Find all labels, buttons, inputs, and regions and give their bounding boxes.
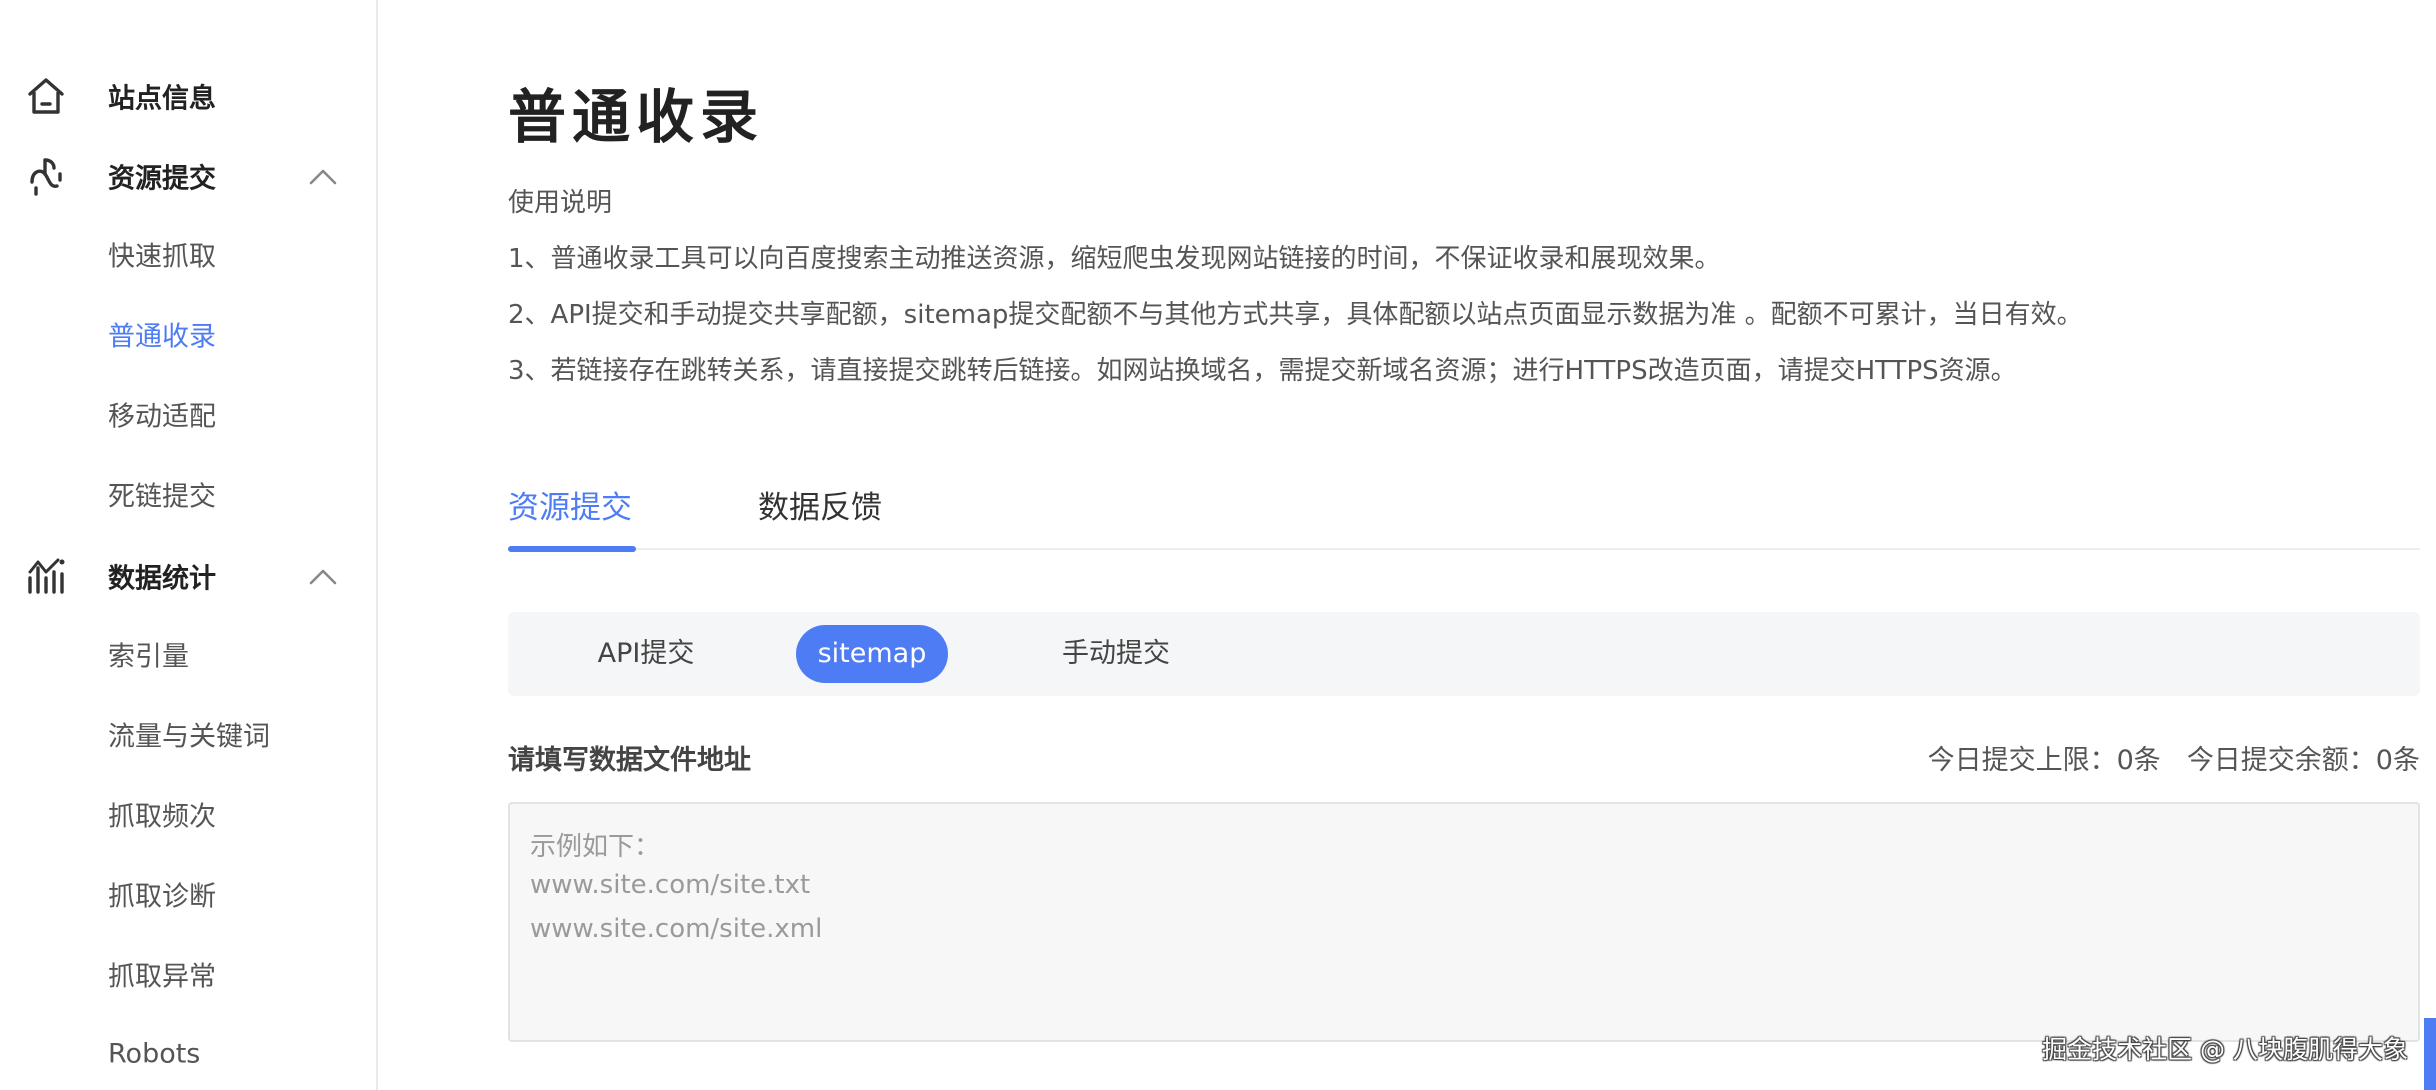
sidebar-item-label: 死链提交 (108, 481, 216, 513)
sidebar-item-normal-index[interactable]: 普通收录 (0, 306, 376, 362)
sidebar-item-label: 移动适配 (108, 401, 216, 433)
instructions-heading: 使用说明 (508, 188, 613, 218)
sidebar-item-index-volume[interactable]: 索引量 (0, 626, 376, 682)
chevron-up-icon[interactable] (306, 560, 340, 594)
sitemap-field-label: 请填写数据文件地址 (508, 745, 751, 776)
placeholder-line: 示例如下： (530, 832, 661, 862)
sidebar-item-label: 站点信息 (108, 83, 216, 115)
sidebar-item-robots[interactable]: Robots (0, 1026, 376, 1082)
sidebar-item-label: Robots (108, 1038, 201, 1070)
sidebar-item-label: 快速抓取 (108, 241, 216, 273)
sidebar-item-mobile-adapt[interactable]: 移动适配 (0, 386, 376, 442)
sidebar-item-label: 抓取诊断 (108, 881, 216, 913)
chevron-up-icon[interactable] (306, 160, 340, 194)
sidebar-item-dead-link[interactable]: 死链提交 (0, 466, 376, 522)
sidebar-group-resource-submit[interactable]: 资源提交 (0, 146, 376, 206)
sidebar-item-label: 索引量 (108, 641, 189, 673)
sidebar-item-site-info[interactable]: 站点信息 (0, 66, 376, 126)
sidebar-item-crawl-errors[interactable]: 抓取异常 (0, 946, 376, 1002)
submit-method-tabs: API提交 sitemap 手动提交 (508, 612, 2420, 696)
subtab-api[interactable]: API提交 (558, 625, 734, 683)
tab-label: 资源提交 (508, 490, 632, 526)
tab-data-feedback[interactable]: 数据反馈 (758, 474, 888, 550)
sidebar-group-data-stats[interactable]: 数据统计 (0, 546, 376, 606)
home-icon (28, 78, 64, 114)
sidebar-item-label: 流量与关键词 (108, 721, 270, 753)
tab-label: 数据反馈 (758, 490, 882, 526)
sidebar-item-label: 抓取频次 (108, 801, 216, 833)
stats-chart-icon (28, 558, 65, 594)
sidebar-item-traffic-keywords[interactable]: 流量与关键词 (0, 706, 376, 762)
subtab-manual[interactable]: 手动提交 (1028, 625, 1204, 683)
placeholder-line: www.site.com/site.xml (530, 914, 823, 944)
page-title: 普通收录 (508, 83, 765, 151)
quota-limit: 今日提交上限：0条 (1927, 745, 2161, 776)
watermark: 掘金技术社区 @ 八块腹肌得大象 (2042, 1035, 2408, 1064)
tab-resource-submit[interactable]: 资源提交 (508, 474, 636, 552)
quota-info: 今日提交上限：0条 今日提交余额：0条 (1928, 738, 2420, 777)
sidebar-item-fast-crawl[interactable]: 快速抓取 (0, 226, 376, 282)
sidebar-item-crawl-frequency[interactable]: 抓取频次 (0, 786, 376, 842)
sitemap-url-input[interactable]: 示例如下： www.site.com/site.txt www.site.com… (508, 802, 2420, 1042)
resource-link-icon (30, 158, 62, 196)
main-tabs: 资源提交 数据反馈 (508, 474, 2420, 552)
quota-remaining: 今日提交余额：0条 (2186, 745, 2420, 776)
sidebar-item-crawl-diagnosis[interactable]: 抓取诊断 (0, 866, 376, 922)
sidebar-item-label: 抓取异常 (108, 961, 216, 993)
scroll-indicator[interactable] (2424, 1018, 2436, 1090)
placeholder-line: www.site.com/site.txt (530, 870, 811, 900)
sidebar-item-label: 普通收录 (108, 321, 216, 353)
instruction-line: 2、API提交和手动提交共享配额，sitemap提交配额不与其他方式共享，具体配… (508, 300, 2083, 330)
sidebar: 站点信息 资源提交 快速抓取 普通收录 移动适配 死链提交 数据统计 索引量 流… (0, 0, 378, 1090)
instruction-line: 3、若链接存在跳转关系，请直接提交跳转后链接。如网站换域名，需提交新域名资源；进… (508, 356, 2017, 386)
instruction-line: 1、普通收录工具可以向百度搜索主动推送资源，缩短爬虫发现网站链接的时间，不保证收… (508, 244, 1721, 274)
sidebar-group-label: 资源提交 (108, 163, 216, 195)
sidebar-group-label: 数据统计 (108, 563, 216, 595)
subtab-sitemap[interactable]: sitemap (796, 625, 948, 683)
